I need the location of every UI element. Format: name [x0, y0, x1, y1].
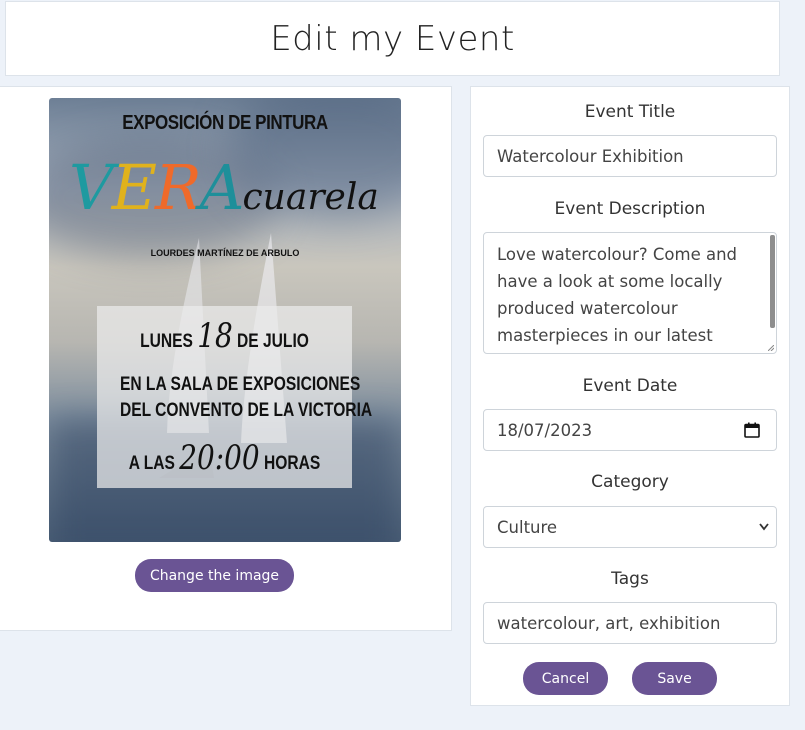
resize-grip-icon[interactable]: [768, 345, 774, 351]
poster-date-line: LUNES 18 DE JULIO: [140, 316, 309, 356]
poster-info-box: LUNES 18 DE JULIO EN LA SALA DE EXPOSICI…: [97, 306, 373, 488]
poster-brand: VERAcuarela: [69, 151, 379, 224]
event-date-label: Event Date: [582, 376, 678, 396]
page-title: Edit my Event: [270, 18, 515, 59]
event-description-textarea[interactable]: Love watercolour? Come and have a look a…: [483, 232, 777, 354]
event-title-input[interactable]: Watercolour Exhibition: [483, 135, 777, 177]
poster-author: LOURDES MARTÍNEZ DE ARBULO: [150, 248, 300, 258]
save-button[interactable]: Save: [632, 662, 717, 695]
tags-input[interactable]: watercolour, art, exhibition: [483, 602, 777, 644]
category-label: Category: [591, 472, 669, 492]
tags-label: Tags: [611, 569, 649, 589]
textarea-scrollbar[interactable]: [770, 235, 775, 328]
event-poster-image: EXPOSICIÓN DE PINTURA VERAcuarela LOURDE…: [49, 98, 401, 542]
change-image-button[interactable]: Change the image: [135, 559, 294, 592]
event-description-label: Event Description: [554, 199, 706, 219]
event-date-input[interactable]: 18/07/2023: [483, 409, 777, 451]
event-title-label: Event Title: [584, 102, 676, 122]
page-header: Edit my Event: [5, 1, 780, 76]
poster-venue-line-1: EN LA SALA DE EXPOSICIONES: [119, 374, 361, 395]
chevron-down-icon: [759, 523, 769, 531]
category-select[interactable]: Culture: [483, 506, 777, 548]
calendar-icon[interactable]: [744, 422, 760, 438]
poster-time-line: A LAS 20:00 HORAS: [128, 438, 321, 478]
poster-venue-line-2: DEL CONVENTO DE LA VICTORIA: [119, 400, 373, 421]
image-panel: EXPOSICIÓN DE PINTURA VERAcuarela LOURDE…: [0, 86, 452, 631]
cancel-button[interactable]: Cancel: [523, 662, 608, 695]
poster-heading: EXPOSICIÓN DE PINTURA: [122, 112, 328, 134]
event-form: Event Title Watercolour Exhibition Event…: [470, 86, 790, 706]
